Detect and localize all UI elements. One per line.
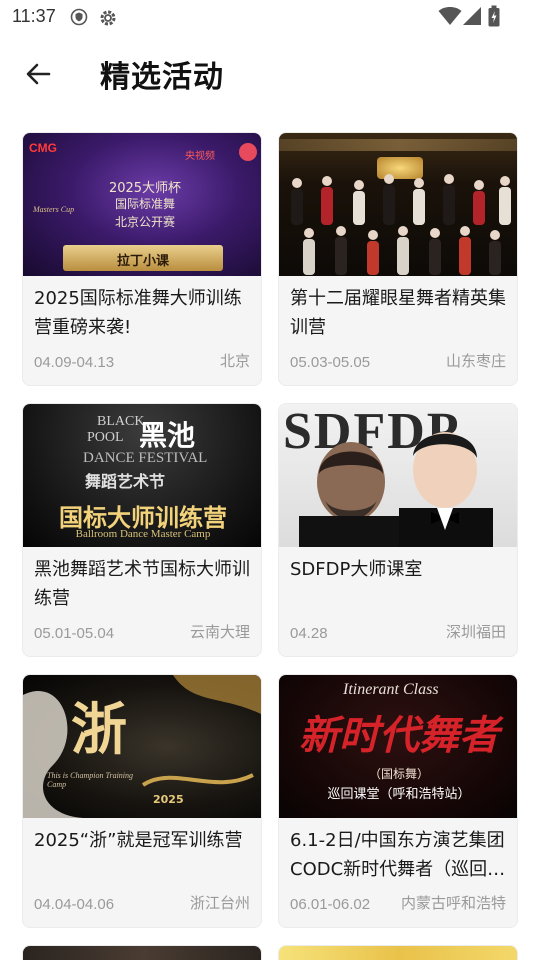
- poster-big: 黑池: [139, 419, 196, 452]
- poster-side-text: Masters Cup: [33, 205, 75, 214]
- activity-location: 北京: [219, 352, 250, 370]
- status-bar: 11:37: [0, 0, 540, 34]
- activity-card[interactable]: 浙 This is Champion Training Camp 2025 20…: [22, 674, 262, 928]
- poster-badge: 央视频: [185, 151, 215, 162]
- poster-line: DANCE FESTIVAL: [83, 450, 208, 466]
- activity-card[interactable]: Itinerant Class 新时代舞者 （国标舞） 巡回课堂（呼和浩特站） …: [278, 674, 518, 928]
- activity-poster: [279, 946, 517, 960]
- poster-line: BLACK: [97, 414, 145, 429]
- activity-poster: Itinerant Class 新时代舞者 （国标舞） 巡回课堂（呼和浩特站）: [279, 675, 517, 818]
- activity-location: 云南大理: [189, 623, 250, 641]
- activity-poster: 浙 This is Champion Training Camp 2025: [23, 675, 261, 818]
- poster-line: 国际标准舞: [114, 197, 175, 211]
- poster-line: POOL: [87, 430, 124, 445]
- app-bar: 精选活动: [0, 34, 540, 110]
- signal-icon: [462, 6, 482, 30]
- activity-date: 04.04-04.06: [34, 896, 115, 913]
- poster-line: 北京公开赛: [114, 215, 175, 229]
- activity-title: 黑池舞蹈艺术节国标大师训练营: [34, 559, 250, 609]
- activity-card[interactable]: BLACK POOL 黑池 DANCE FESTIVAL 舞蹈艺术节 国标大师训…: [22, 403, 262, 657]
- activity-title: 6.1-2日/中国东方演艺集团CODC新时代舞者（巡回课堂）: [290, 830, 506, 880]
- activity-title: 2025国际标准舞大师训练营重磅来袭!: [34, 288, 242, 338]
- activity-card-partial[interactable]: [278, 945, 518, 960]
- activity-poster: CMG 央视频 Masters Cup 2025大师杯 国际标准舞 北京公开赛 …: [23, 133, 261, 276]
- poster-tag: （国标舞）: [368, 767, 429, 781]
- poster-line: 2025大师杯: [108, 181, 182, 196]
- poster-sub: Ballroom Dance Master Camp: [75, 528, 211, 540]
- activity-location: 山东枣庄: [445, 352, 506, 370]
- poster-script: Itinerant Class: [343, 681, 439, 698]
- activity-location: 浙江台州: [189, 894, 250, 912]
- poster-year: 2025: [153, 793, 184, 806]
- gear-icon: [98, 8, 118, 32]
- activity-date: 04.28: [290, 625, 328, 642]
- activity-card[interactable]: CMG 央视频 Masters Cup 2025大师杯 国际标准舞 北京公开赛 …: [22, 132, 262, 386]
- wifi-icon: [438, 6, 462, 30]
- activity-date: 06.01-06.02: [290, 896, 371, 913]
- poster-ribbon-illustration: [23, 675, 261, 818]
- poster-big: 新时代舞者: [299, 712, 499, 759]
- arrow-left-icon: [26, 63, 51, 85]
- page-title: 精选活动: [100, 60, 224, 95]
- activity-card-partial[interactable]: [22, 945, 262, 960]
- poster-badge-icon: [239, 143, 257, 161]
- poster-sub: 巡回课堂（呼和浩特站）: [327, 787, 471, 802]
- poster-logo: CMG: [29, 141, 57, 155]
- poster-sponsor-strip: [279, 139, 517, 151]
- activity-title: 2025“浙”就是冠军训练营: [34, 830, 243, 851]
- activity-location: 深圳福田: [445, 623, 506, 641]
- poster-big: 浙: [71, 697, 127, 763]
- activity-date: 05.01-05.04: [34, 625, 115, 642]
- activity-poster: SDFDP: [279, 404, 517, 547]
- activity-poster: [279, 133, 517, 276]
- activity-date: 05.03-05.05: [290, 354, 371, 371]
- poster-portraits-illustration: [299, 432, 493, 547]
- poster-dancers-illustration: [291, 174, 511, 275]
- activity-card[interactable]: SDFDP SDFDP大师课室 04.28 深圳福田: [278, 403, 518, 657]
- poster-banner-label: 拉丁小课: [116, 254, 169, 269]
- activity-poster: [23, 946, 261, 960]
- activity-location: 内蒙古呼和浩特: [400, 894, 506, 912]
- shield-icon: [70, 8, 88, 30]
- activity-title: SDFDP大师课室: [290, 559, 423, 580]
- activity-title: 第十二届耀眼星舞者精英集训营: [290, 288, 506, 338]
- back-button[interactable]: [18, 54, 58, 94]
- activity-card[interactable]: 第十二届耀眼星舞者精英集训营 05.03-05.05 山东枣庄: [278, 132, 518, 386]
- activity-date: 04.09-04.13: [34, 354, 115, 371]
- poster-line: 舞蹈艺术节: [85, 472, 166, 491]
- status-time: 11:37: [12, 6, 56, 26]
- battery-icon: [488, 5, 500, 31]
- activity-poster: BLACK POOL 黑池 DANCE FESTIVAL 舞蹈艺术节 国标大师训…: [23, 404, 261, 547]
- poster-sub: This is Champion Training Camp: [47, 771, 134, 789]
